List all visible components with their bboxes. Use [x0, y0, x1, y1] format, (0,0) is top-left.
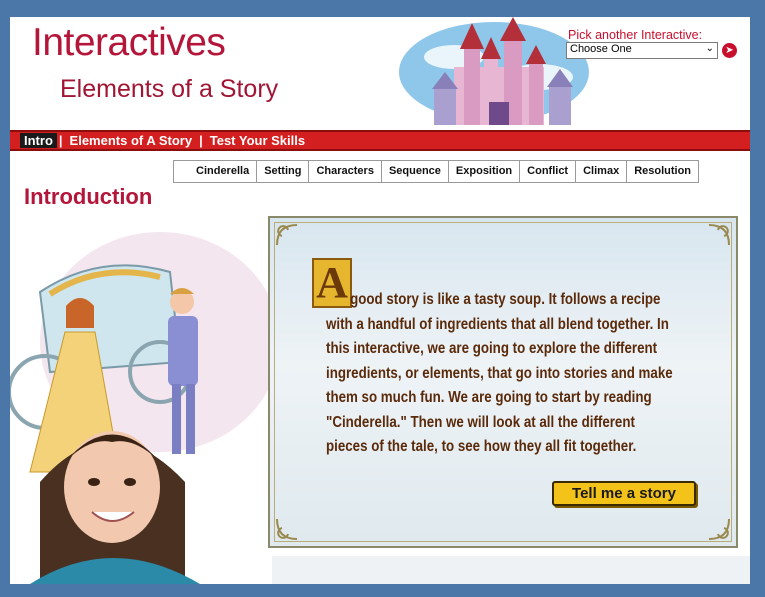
page-title: Introduction	[24, 184, 153, 209]
tell-me-a-story-button[interactable]: Tell me a story	[552, 481, 696, 506]
tab-intro[interactable]: Intro	[20, 133, 57, 148]
app-subtitle: Elements of a Story	[60, 75, 279, 103]
corner-ornament-icon	[708, 518, 730, 540]
arrow-right-icon: ➤	[725, 45, 734, 56]
subtab-characters[interactable]: Characters	[308, 161, 380, 182]
subtab-climax[interactable]: Climax	[575, 161, 626, 182]
bottom-strip	[272, 556, 750, 584]
corner-ornament-icon	[276, 518, 298, 540]
app-logo: Interactives	[32, 21, 226, 64]
chevron-down-icon: ⌄	[705, 43, 714, 54]
tab-test-your-skills[interactable]: Test Your Skills	[205, 133, 310, 148]
tab-elements-of-a-story[interactable]: Elements of A Story	[65, 133, 198, 148]
cinderella-illustration	[10, 232, 272, 584]
subtab-cinderella[interactable]: Cinderella	[174, 161, 256, 182]
corner-ornament-icon	[708, 224, 730, 246]
interactive-select[interactable]: Choose One ⌄	[566, 42, 718, 59]
story-panel: A good story is like a tasty soup. It fo…	[268, 216, 738, 548]
subtab-conflict[interactable]: Conflict	[519, 161, 575, 182]
subtab-setting[interactable]: Setting	[256, 161, 308, 182]
subtab-exposition[interactable]: Exposition	[447, 161, 519, 182]
subtab-bar: Cinderella Setting Characters Sequence E…	[173, 160, 700, 183]
subtab-resolution[interactable]: Resolution	[626, 161, 698, 182]
corner-ornament-icon	[276, 224, 298, 246]
nav-separator: |	[199, 133, 203, 148]
subtab-sequence[interactable]: Sequence	[380, 161, 448, 182]
pick-interactive-label: Pick another Interactive:	[568, 28, 703, 42]
app-frame: Interactives Elements of a Story Pick an…	[10, 17, 750, 584]
nav-separator: |	[58, 133, 63, 148]
castle-illustration	[399, 17, 589, 125]
main-nav: Intro | Elements of A Story | Test Your …	[10, 130, 750, 151]
go-button[interactable]: ➤	[722, 43, 737, 58]
story-text: good story is like a tasty soup. It foll…	[326, 291, 673, 455]
select-value: Choose One	[570, 43, 632, 55]
